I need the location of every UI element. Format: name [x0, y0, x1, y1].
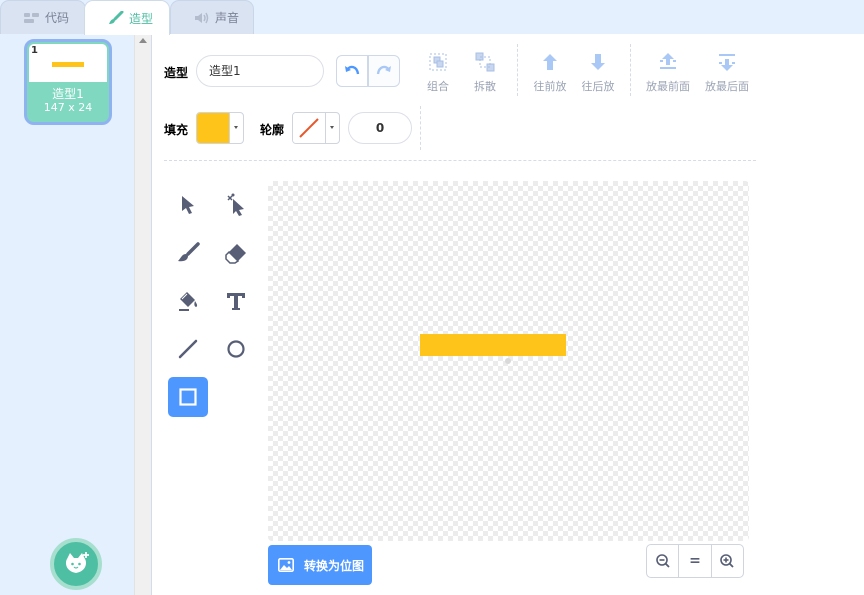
send-to-back-button[interactable]: 放最后面: [703, 51, 751, 94]
costume-number: 1: [31, 45, 38, 56]
redo-button[interactable]: [368, 55, 400, 87]
zoom-reset-button[interactable]: =: [679, 545, 712, 577]
yellow-rectangle-shape[interactable]: [420, 334, 566, 356]
bring-to-front-icon: [657, 51, 679, 73]
group-label: 组合: [427, 80, 449, 93]
add-costume-button[interactable]: [50, 538, 102, 590]
line-icon: [178, 339, 198, 359]
bring-to-front-button[interactable]: 放最前面: [644, 51, 692, 94]
zoom-in-button[interactable]: [712, 545, 743, 577]
tab-code[interactable]: 代码: [0, 0, 86, 34]
outline-size-input[interactable]: 0: [348, 112, 412, 144]
zoom-out-button[interactable]: [647, 545, 680, 577]
zoom-reset-label: =: [689, 553, 701, 569]
tab-sound[interactable]: 声音: [170, 0, 254, 34]
section-divider: [164, 160, 756, 161]
costume-card[interactable]: 1 造型1 147 x 24: [24, 39, 112, 125]
reshape-cursor-icon: [227, 193, 244, 216]
tab-bar: 代码 造型 声音: [0, 0, 864, 35]
costume-name-input[interactable]: 造型1: [196, 55, 324, 87]
send-to-back-icon: [716, 51, 738, 73]
paint-bucket-icon: [179, 292, 198, 311]
costume-name-label: 造型: [164, 66, 189, 80]
outline-color-picker[interactable]: [292, 112, 340, 144]
backward-label: 往后放: [581, 80, 615, 93]
circle-icon: [227, 340, 245, 358]
paint-canvas[interactable]: [268, 181, 749, 541]
costume-scrollbar[interactable]: [134, 34, 151, 595]
zoom-controls: =: [646, 544, 744, 578]
paint-editor: 造型 造型1 组合 拆散 往前放 往后放 放最前面 放最后面 填充 轮廓 0 转…: [152, 34, 864, 595]
eraser-icon: [225, 244, 246, 264]
forward-button[interactable]: 往前放: [526, 51, 574, 94]
fill-tool[interactable]: [168, 281, 208, 321]
zoom-in-icon: [720, 554, 734, 568]
zoom-out-icon: [655, 554, 670, 568]
fill-dropdown-icon[interactable]: [229, 113, 243, 143]
rectangle-tool[interactable]: [168, 377, 208, 417]
toolbar-divider: [630, 44, 631, 96]
outline-label: 轮廓: [260, 123, 285, 137]
costume-size: 147 x 24: [43, 101, 93, 114]
tab-code-label: 代码: [45, 11, 70, 25]
toolbar-divider: [517, 44, 518, 96]
forward-label: 往前放: [533, 80, 567, 93]
bring-to-front-label: 放最前面: [646, 80, 690, 93]
rectangle-icon: [179, 388, 197, 406]
tab-costume-label: 造型: [129, 11, 154, 26]
code-icon: [23, 11, 40, 25]
arrow-up-icon: [539, 51, 561, 73]
circle-tool[interactable]: [216, 329, 256, 369]
send-to-back-label: 放最后面: [705, 80, 749, 93]
line-tool[interactable]: [168, 329, 208, 369]
eraser-tool[interactable]: [216, 233, 256, 273]
paintbrush-icon: [178, 242, 200, 262]
backward-button[interactable]: 往后放: [574, 51, 622, 94]
cat-plus-icon: [65, 552, 89, 573]
group-button[interactable]: 组合: [414, 51, 462, 94]
costume-thumbnail: [29, 44, 107, 82]
ungroup-label: 拆散: [474, 80, 496, 93]
fill-color-picker[interactable]: [196, 112, 244, 144]
brush-icon: [107, 10, 124, 25]
tab-costume[interactable]: 造型: [84, 0, 170, 35]
rotation-center-marker: [505, 358, 511, 364]
brush-tool[interactable]: [168, 233, 208, 273]
convert-to-bitmap-button[interactable]: 转换为位图: [268, 545, 372, 585]
toolbar-divider: [420, 106, 421, 150]
outline-swatch: [293, 113, 325, 143]
costume-name: 造型1: [52, 87, 84, 101]
fill-label: 填充: [164, 123, 189, 137]
undo-button[interactable]: [336, 55, 368, 87]
undo-icon: [345, 65, 360, 75]
ungroup-button[interactable]: 拆散: [461, 51, 509, 94]
text-tool[interactable]: [216, 281, 256, 321]
select-tool[interactable]: [168, 185, 208, 225]
scroll-up-arrow-icon[interactable]: [139, 38, 147, 43]
text-t-icon: [227, 293, 245, 310]
image-icon: [278, 558, 294, 572]
convert-to-bitmap-label: 转换为位图: [304, 558, 365, 573]
costume-list: 1 造型1 147 x 24: [0, 34, 152, 595]
group-icon: [427, 51, 449, 73]
speaker-icon: [193, 11, 210, 25]
reshape-tool[interactable]: [216, 185, 256, 225]
ungroup-icon: [474, 51, 496, 73]
arrow-down-icon: [587, 51, 609, 73]
outline-dropdown-icon[interactable]: [325, 113, 339, 143]
fill-swatch: [197, 113, 229, 143]
redo-icon: [376, 65, 391, 75]
arrow-cursor-icon: [182, 196, 194, 214]
tab-sound-label: 声音: [215, 11, 240, 25]
